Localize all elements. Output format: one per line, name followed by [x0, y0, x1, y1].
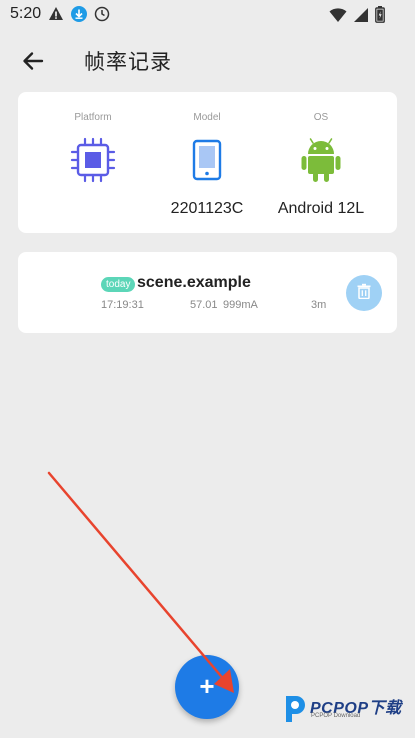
- os-label: OS: [313, 112, 329, 123]
- record-fps: 57.01: [190, 299, 218, 311]
- platform-value: [38, 200, 148, 220]
- record-duration: 3m: [311, 299, 327, 311]
- device-info-card: Platform Model 2201123C OS Android 12L: [18, 92, 397, 233]
- chip-icon: [69, 136, 117, 184]
- record-name: scene.example: [137, 274, 251, 291]
- platform-column: Platform: [38, 112, 148, 220]
- model-label: Model: [193, 112, 221, 123]
- watermark: PCPOP下载 PCPOP Download: [280, 692, 410, 728]
- app-bar: 帧率记录: [0, 36, 415, 84]
- android-icon: [297, 136, 345, 184]
- record-current: 999mA: [223, 299, 258, 311]
- battery-icon: [375, 6, 385, 28]
- plus-icon: +: [199, 671, 215, 701]
- watermark-subtext: PCPOP Download: [311, 713, 361, 719]
- phone-icon: [183, 136, 231, 184]
- download-icon: [71, 6, 87, 27]
- status-time: 5:20: [10, 5, 42, 22]
- add-record-fab[interactable]: +: [175, 655, 239, 719]
- model-value: 2201123C: [170, 200, 244, 217]
- platform-label: Platform: [74, 112, 112, 123]
- status-icons-right: [329, 6, 385, 28]
- back-button[interactable]: [18, 46, 48, 76]
- delete-record-button[interactable]: [346, 275, 382, 311]
- clock-icon: [94, 6, 110, 27]
- os-column: OS Android 12L: [266, 112, 376, 220]
- record-card[interactable]: today scene.example 17:19:31 57.01 999mA…: [18, 252, 397, 333]
- record-time: 17:19:31: [101, 299, 144, 311]
- today-badge: today: [101, 277, 136, 292]
- page-title: 帧率记录: [84, 51, 172, 74]
- pcpop-logo-icon: [280, 692, 308, 729]
- trash-icon: [356, 283, 372, 304]
- status-bar: 5:20: [0, 0, 415, 30]
- status-icons-left: [48, 6, 110, 27]
- os-value: Android 12L: [277, 200, 365, 217]
- warning-icon: [48, 6, 64, 27]
- signal-icon: [353, 7, 369, 28]
- arrow-left-icon: [18, 52, 48, 80]
- wifi-icon: [329, 7, 347, 28]
- model-column: Model 2201123C: [152, 112, 262, 220]
